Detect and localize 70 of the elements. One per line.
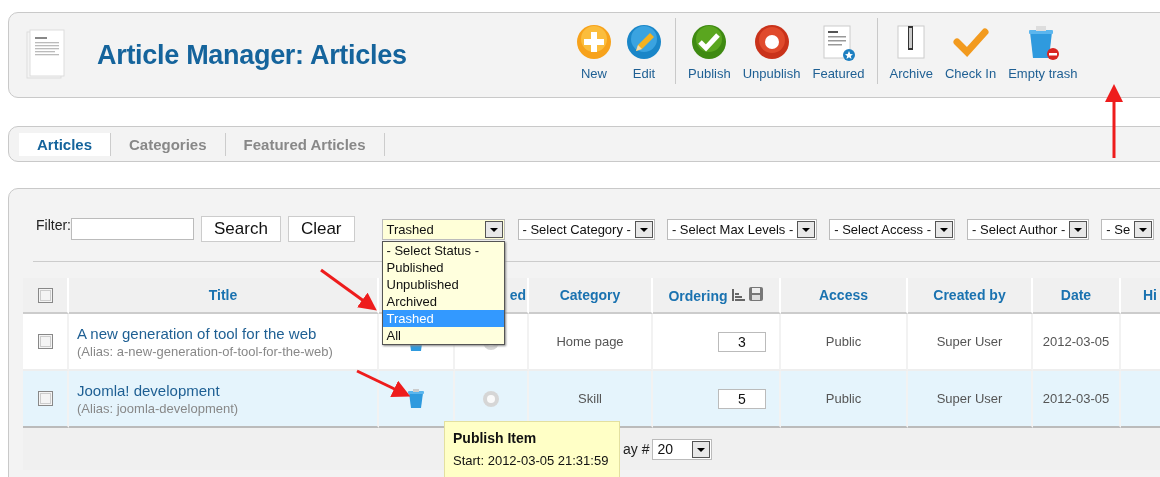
toolbar-button[interactable]: Publish — [682, 24, 737, 81]
dropdown-caret-icon — [634, 220, 653, 238]
search-button[interactable]: Search — [201, 216, 281, 242]
article-document-icon — [26, 29, 66, 81]
filter-select[interactable]: - Se — [1101, 218, 1155, 240]
table-cell: 2012-03-05 — [1042, 334, 1110, 349]
toolbar-button[interactable]: Check In — [938, 24, 1003, 81]
filter-select[interactable]: - Select Max Levels - — [666, 218, 818, 240]
save-icon[interactable] — [747, 286, 764, 302]
column-header[interactable]: Created by — [933, 287, 1006, 303]
plus-circle-icon — [575, 24, 613, 62]
display-label: ay # — [623, 441, 650, 457]
table-cell: 2012-03-05 — [1042, 391, 1110, 406]
dropdown-caret-icon — [484, 220, 503, 238]
toolbar-button[interactable]: Archive — [883, 24, 939, 81]
toolbar-button[interactable]: Featured — [806, 24, 871, 81]
checkbox[interactable] — [37, 334, 53, 349]
checkbox[interactable] — [37, 287, 53, 303]
toolbar-button[interactable]: Unpublish — [736, 24, 807, 81]
filter-select[interactable]: Trashed — [381, 218, 505, 240]
column-header[interactable]: Category — [559, 287, 621, 303]
display-select[interactable]: 20 — [652, 438, 713, 460]
ordering-field[interactable]: 3 — [718, 331, 766, 352]
dropdown-option[interactable]: - Select Status - — [382, 241, 504, 259]
filter-select[interactable]: - Select Access - — [829, 218, 956, 240]
ordering-field[interactable]: 5 — [718, 388, 766, 409]
checkbox[interactable] — [37, 391, 53, 406]
dropdown-option[interactable]: Unpublished — [382, 275, 504, 293]
dropdown-option[interactable]: Archived — [382, 292, 504, 310]
column-header[interactable]: Hi — [1143, 287, 1157, 303]
article-title-link[interactable]: Joomla! development — [77, 381, 377, 399]
tooltip-text: Start: 2012-03-05 21:31:59 — [453, 453, 610, 468]
column-header[interactable]: Access — [818, 287, 868, 303]
empty-trash-button[interactable]: Empty trash — [1002, 24, 1084, 81]
filter-select[interactable]: - Select Author - — [967, 218, 1090, 240]
filter-label: Filter: — [36, 217, 71, 233]
dropdown-caret-icon — [797, 220, 816, 238]
pointer-arrow — [356, 369, 411, 397]
table-cell: Public — [825, 391, 862, 406]
table-cell: Home page — [556, 334, 624, 349]
dropdown-caret-icon — [935, 220, 954, 238]
alias-text: (Alias: joomla-development) — [77, 400, 240, 416]
toolbar-button[interactable]: Edit — [619, 24, 669, 81]
dropdown-option[interactable]: All — [382, 326, 504, 344]
table-cell: Super User — [936, 391, 1003, 406]
alias-text: (Alias: a-new-generation-of-tool-for-the-web) — [77, 343, 334, 359]
clear-button[interactable]: Clear — [287, 216, 355, 242]
dropdown-option[interactable]: Published — [382, 258, 504, 276]
filter-select[interactable]: - Select Category - — [517, 218, 655, 240]
tooltip-title: Publish Item — [453, 430, 538, 446]
dropdown-caret-icon — [1069, 220, 1088, 238]
dropdown-caret-icon — [1134, 220, 1153, 238]
sort-icon — [730, 288, 745, 302]
column-header[interactable]: Title — [208, 287, 238, 303]
column-header[interactable]: ed — [509, 287, 526, 303]
filter-field[interactable] — [71, 218, 194, 240]
column-header[interactable]: Ordering — [668, 288, 728, 304]
article-title-link[interactable]: A new generation of tool for the web — [77, 324, 377, 342]
table-cell: Skill — [578, 391, 602, 406]
table-cell: Public — [825, 334, 862, 349]
dropdown-caret-icon — [692, 440, 711, 458]
table-cell: Super User — [936, 334, 1003, 349]
toolbar-button[interactable]: New — [569, 24, 619, 81]
tab[interactable]: Articles — [19, 132, 112, 156]
pointer-arrow — [320, 268, 377, 311]
column-header[interactable]: Date — [1060, 287, 1092, 303]
stop-circle-icon — [752, 24, 791, 62]
check-circle-icon — [690, 24, 729, 62]
pencil-circle-icon — [625, 24, 663, 62]
page-title: Article Manager: Articles — [97, 39, 407, 71]
